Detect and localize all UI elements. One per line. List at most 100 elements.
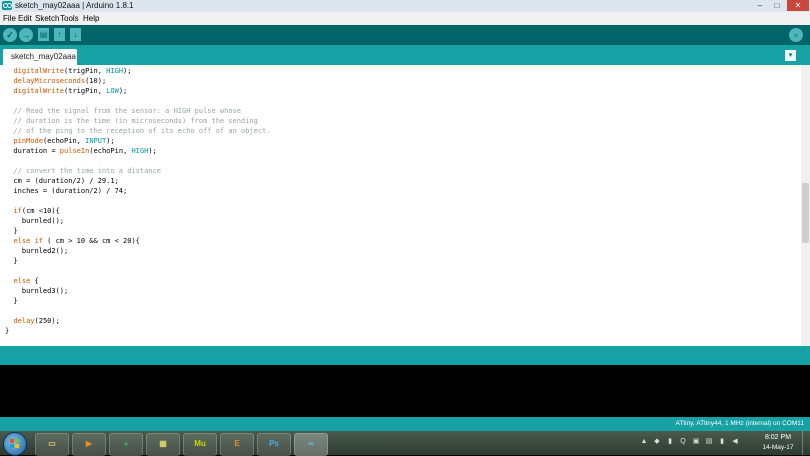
tray-icon[interactable]: ▮ [718, 438, 726, 446]
upload-button[interactable]: → [19, 28, 33, 42]
code-line: else if ( cm > 10 && cm < 20){ [5, 236, 271, 246]
maximize-button[interactable]: □ [769, 0, 785, 11]
clock-time[interactable]: 8:02 PM [762, 433, 794, 442]
code-editor[interactable]: digitalWrite(trigPin, HIGH); delayMicros… [0, 65, 810, 346]
code-line: digitalWrite(trigPin, LOW); [5, 86, 271, 96]
code-token: delayMicroseconds [13, 77, 86, 85]
tab-sketch[interactable]: sketch_may02aaa [3, 49, 77, 65]
code-line: cm = (duration/2) / 29.1; [5, 176, 271, 186]
tray-icon[interactable]: Q [679, 438, 687, 446]
code-line: // convert the time into a distance [5, 166, 271, 176]
code-token: ( cm > 10 && cm < 20){ [42, 237, 140, 245]
minimize-button[interactable]: – [752, 0, 768, 11]
code-token: // duration is the time (in microseconds… [5, 117, 258, 125]
menu-edit[interactable]: Edit [18, 12, 32, 25]
menu-help[interactable]: Help [83, 12, 99, 25]
menu-tools[interactable]: Tools [60, 12, 79, 25]
clock-date[interactable]: 14-May-17 [759, 443, 797, 452]
code-token: if [34, 237, 43, 245]
tray-icon[interactable]: ◆ [653, 438, 661, 446]
code-token: } [5, 327, 10, 335]
code-line: } [5, 256, 271, 266]
code-token: ); [148, 147, 157, 155]
status-bar: ATtiny, ATtiny44, 1 MHz (internal) on CO… [0, 417, 810, 431]
code-token: } [5, 257, 18, 265]
open-button[interactable]: ↑ [54, 28, 65, 41]
code-line: duration = pulseIn(echoPin, HIGH); [5, 146, 271, 156]
code-token: digitalWrite [13, 67, 65, 75]
taskbar-app-media-player[interactable]: ▶ [72, 433, 106, 456]
code-token: } [5, 297, 18, 305]
code-token: burnled2(); [5, 247, 69, 255]
taskbar-app-photos[interactable]: ▦ [146, 433, 180, 456]
toolbar: ✓ → ▤ ↑ ↓ ⌕ [0, 25, 810, 45]
code-token: // Read the signal from the sensor: a HI… [5, 107, 242, 115]
code-token: } [5, 227, 18, 235]
taskbar-app-photoshop[interactable]: Ps [257, 433, 291, 456]
code-line: burnled2(); [5, 246, 271, 256]
muse-icon: Mu [194, 439, 206, 448]
code-token: LOW [106, 87, 119, 95]
code-line: delay(250); [5, 316, 271, 326]
code-token: { [30, 277, 39, 285]
scroll-thumb[interactable] [802, 183, 809, 243]
new-button[interactable]: ▤ [38, 28, 49, 41]
photos-icon: ▦ [159, 439, 167, 448]
verify-button[interactable]: ✓ [3, 28, 17, 42]
chrome-icon: ● [123, 439, 129, 448]
media-player-icon: ▶ [85, 439, 93, 448]
code-token: ); [118, 87, 128, 95]
tab-menu-button[interactable]: ▾ [785, 50, 796, 61]
taskbar-app-explorer[interactable]: ▭ [35, 433, 69, 456]
code-line: else { [5, 276, 271, 286]
taskbar-app-muse[interactable]: Mu [183, 433, 217, 456]
tray-icon[interactable]: ▲ [640, 438, 648, 446]
photoshop-icon: Ps [269, 439, 279, 448]
console-output [0, 365, 810, 417]
tray-icon[interactable]: ▤ [705, 438, 713, 446]
code-token: (trigPin, [64, 67, 107, 75]
save-button[interactable]: ↓ [70, 28, 81, 41]
code-token: (cm <10){ [21, 207, 60, 215]
code-token: (trigPin, [64, 87, 107, 95]
code-token: (10); [85, 77, 107, 85]
code-token: pulseIn [59, 147, 90, 155]
code-token: cm = (duration/2) / 29.1; [5, 177, 119, 185]
menu-sketch[interactable]: Sketch [35, 12, 59, 25]
taskbar-app-ebook[interactable]: E [220, 433, 254, 456]
tray-icon[interactable]: ▮ [666, 438, 674, 446]
code-token: burnled3(); [5, 287, 69, 295]
code-token: HIGH [106, 67, 124, 75]
code-line: digitalWrite(trigPin, HIGH); [5, 66, 271, 76]
serial-monitor-button[interactable]: ⌕ [789, 28, 803, 42]
code-line: burnled3(); [5, 286, 271, 296]
code-lines: digitalWrite(trigPin, HIGH); delayMicros… [5, 66, 271, 336]
taskbar-app-arduino[interactable]: ∞ [294, 433, 328, 456]
code-line: } [5, 226, 271, 236]
show-desktop-button[interactable] [802, 431, 810, 455]
editor-scrollbar[interactable] [801, 65, 810, 346]
code-line: // duration is the time (in microseconds… [5, 116, 271, 126]
code-token: pinMode [13, 137, 43, 145]
close-button[interactable]: ✕ [787, 0, 809, 11]
code-token: ); [106, 137, 115, 145]
arduino-icon [2, 1, 12, 10]
code-line: // Read the signal from the sensor: a HI… [5, 106, 271, 116]
taskbar-app-chrome[interactable]: ● [109, 433, 143, 456]
start-button[interactable] [3, 432, 27, 456]
code-token: ); [123, 67, 132, 75]
code-line: delayMicroseconds(10); [5, 76, 271, 86]
code-line: } [5, 296, 271, 306]
code-line: // of the ping to the reception of its e… [5, 126, 270, 136]
tray-icon[interactable]: ◀ [731, 438, 739, 446]
tray-icon[interactable]: ▣ [692, 438, 700, 446]
editor-console-divider[interactable] [0, 346, 810, 365]
menu-file[interactable]: File [3, 12, 16, 25]
code-token: else [13, 277, 31, 285]
code-line: burnled(); [5, 216, 271, 226]
code-token: (250); [34, 317, 60, 325]
